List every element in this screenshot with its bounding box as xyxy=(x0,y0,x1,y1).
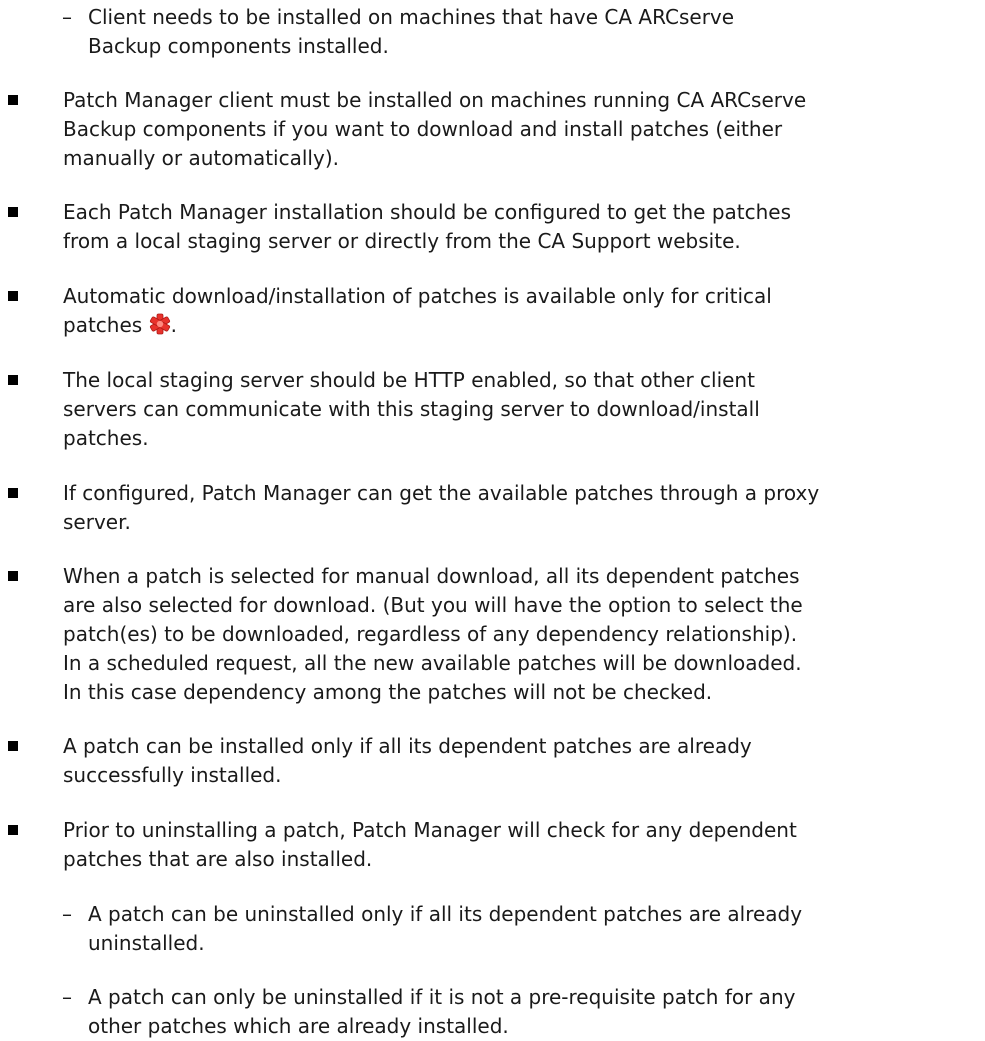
text-line: Patch Manager client must be installed o… xyxy=(63,88,807,112)
text-line: The local staging server should be HTTP … xyxy=(63,368,755,392)
text-line: patches that are also installed. xyxy=(63,847,373,871)
text-line: server. xyxy=(63,510,131,534)
text-line: patches . xyxy=(63,311,772,340)
text-line: from a local staging server or directly … xyxy=(63,229,741,253)
text-line: When a patch is selected for manual down… xyxy=(63,564,800,588)
list-item-text: Patch Manager client must be installed o… xyxy=(63,86,806,173)
square-bullet-icon xyxy=(8,375,18,385)
square-bullet-icon xyxy=(8,291,18,301)
square-bullet-icon xyxy=(8,741,18,751)
text-line: Prior to uninstalling a patch, Patch Man… xyxy=(63,818,797,842)
list-item-text: The local staging server should be HTTP … xyxy=(63,366,760,453)
text-segment: patches xyxy=(63,313,143,337)
text-line: servers can communicate with this stagin… xyxy=(63,397,760,421)
square-bullet-icon xyxy=(8,488,18,498)
text-line: In a scheduled request, all the new avai… xyxy=(63,651,802,675)
text-line: Backup components installed. xyxy=(88,34,389,58)
text-line: manually or automatically). xyxy=(63,146,339,170)
text-line: A patch can be uninstalled only if all i… xyxy=(88,902,803,926)
text-line: In this case dependency among the patche… xyxy=(63,680,713,704)
document-page: – Client needs to be installed on machin… xyxy=(0,0,985,1038)
list-item-text: A patch can be uninstalled only if all i… xyxy=(88,900,802,958)
square-bullet-icon xyxy=(8,207,18,217)
dash-marker: – xyxy=(62,902,72,926)
text-line: If configured, Patch Manager can get the… xyxy=(63,481,820,505)
square-bullet-icon xyxy=(8,571,18,581)
critical-patch-icon xyxy=(149,313,171,335)
text-line: A patch can only be uninstalled if it is… xyxy=(88,985,796,1009)
list-item-text: When a patch is selected for manual down… xyxy=(63,562,803,707)
dash-marker: – xyxy=(62,5,72,29)
text-line: Each Patch Manager installation should b… xyxy=(63,200,792,224)
text-line: patches. xyxy=(63,426,149,450)
list-item-text: Prior to uninstalling a patch, Patch Man… xyxy=(63,816,797,874)
text-line: Automatic download/installation of patch… xyxy=(63,284,772,308)
dash-marker: – xyxy=(62,985,72,1009)
list-item-text: Client needs to be installed on machines… xyxy=(88,3,734,61)
square-bullet-icon xyxy=(8,825,18,835)
text-line: Backup components if you want to downloa… xyxy=(63,117,783,141)
text-segment: . xyxy=(170,313,177,337)
list-item-text: Each Patch Manager installation should b… xyxy=(63,198,791,256)
list-item-text: If configured, Patch Manager can get the… xyxy=(63,479,819,537)
square-bullet-icon xyxy=(8,95,18,105)
text-line: uninstalled. xyxy=(88,931,205,955)
list-item-text: A patch can be installed only if all its… xyxy=(63,732,752,790)
text-line: are also selected for download. (But you… xyxy=(63,593,803,617)
text-line: successfully installed. xyxy=(63,763,282,787)
list-item-text: A patch can only be uninstalled if it is… xyxy=(88,983,795,1041)
text-line: A patch can be installed only if all its… xyxy=(63,734,752,758)
text-line: Client needs to be installed on machines… xyxy=(88,5,735,29)
list-item-text: Automatic download/installation of patch… xyxy=(63,282,772,340)
text-line: patch(es) to be downloaded, regardless o… xyxy=(63,622,798,646)
